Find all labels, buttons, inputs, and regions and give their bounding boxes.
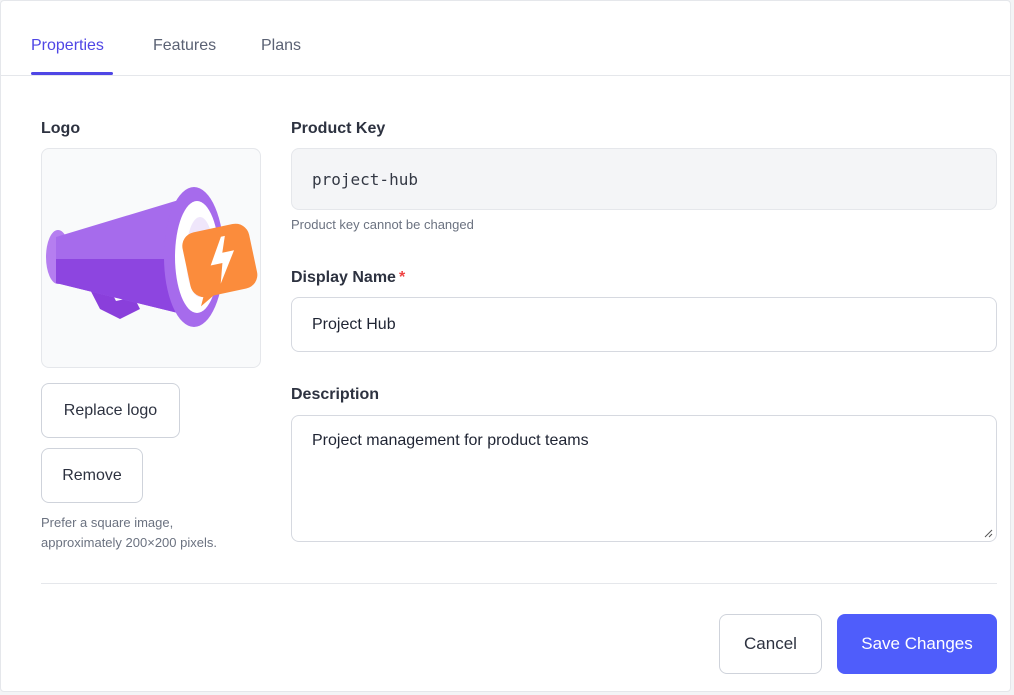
display-name-label-text: Display Name: [291, 269, 396, 286]
description-label: Description: [291, 386, 380, 403]
remove-logo-button[interactable]: Remove: [41, 448, 143, 503]
resize-handle-icon[interactable]: [984, 529, 993, 538]
logo-hint: Prefer a square image, approximately 200…: [41, 513, 217, 553]
product-key-hint: Product key cannot be changed: [291, 217, 474, 232]
tab-plans[interactable]: Plans: [261, 37, 301, 55]
display-name-input[interactable]: Project Hub: [291, 297, 997, 352]
product-key-value: project-hub: [312, 169, 418, 189]
active-tab-indicator: [31, 72, 113, 75]
replace-logo-button[interactable]: Replace logo: [41, 383, 180, 438]
logo-preview: [41, 148, 261, 368]
save-changes-button[interactable]: Save Changes: [837, 614, 997, 674]
footer-divider: [41, 583, 997, 584]
description-textarea[interactable]: Project management for product teams: [291, 415, 997, 542]
product-key-field: project-hub: [291, 148, 997, 210]
required-mark: *: [398, 269, 406, 286]
logo-hint-line-1: Prefer a square image,: [41, 515, 174, 530]
description-value: Project management for product teams: [312, 432, 589, 449]
logo-label: Logo: [41, 120, 81, 137]
product-key-label: Product Key: [291, 120, 386, 137]
display-name-label: Display Name *: [291, 269, 405, 287]
logo-hint-line-2: approximately 200×200 pixels.: [41, 535, 217, 550]
cancel-button[interactable]: Cancel: [719, 614, 822, 674]
megaphone-lightning-icon: [46, 187, 258, 327]
product-settings-card: Properties Features Plans Logo Replace l…: [0, 0, 1011, 692]
tab-properties[interactable]: Properties: [31, 37, 104, 55]
tab-bar: Properties Features Plans: [1, 1, 1010, 76]
tab-features[interactable]: Features: [153, 37, 216, 55]
display-name-value: Project Hub: [312, 315, 396, 333]
